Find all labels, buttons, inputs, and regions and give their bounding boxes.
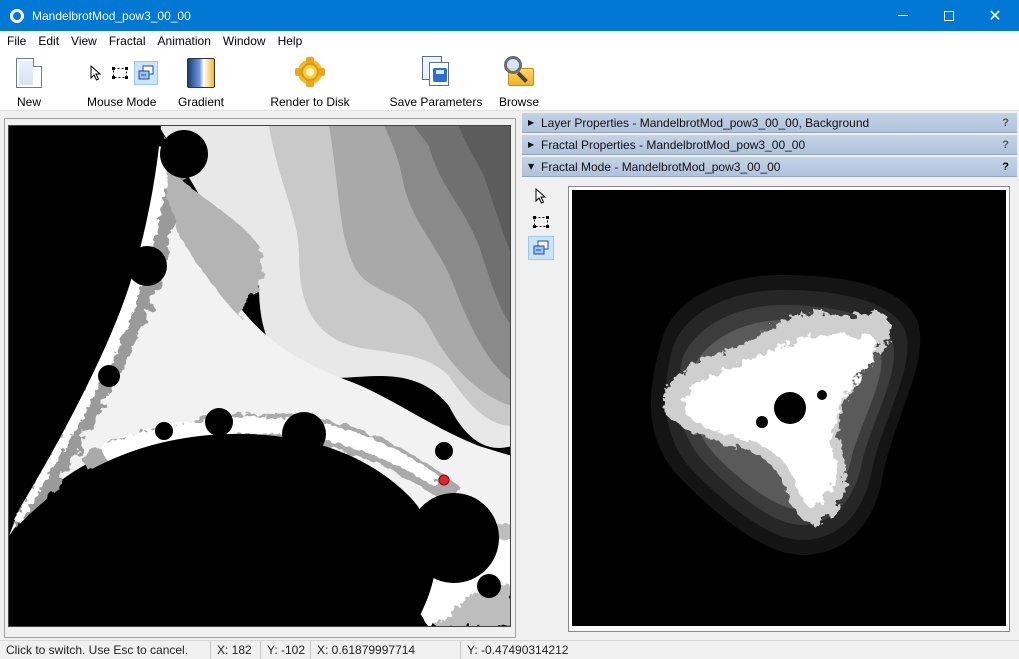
julia-preview-image[interactable] xyxy=(572,190,1006,626)
window-title: MandelbrotMod_pow3_00_00 xyxy=(32,8,191,23)
mouse-mode-pointer-button[interactable] xyxy=(84,61,108,85)
status-y-coord: Y: -0.47490314212 xyxy=(467,643,569,657)
new-document-icon xyxy=(16,58,42,88)
status-bar: Click to switch. Use Esc to cancel. X: 1… xyxy=(0,640,1019,659)
pointer-icon xyxy=(535,188,547,204)
minimize-icon xyxy=(898,15,908,16)
menu-animation[interactable]: Animation xyxy=(152,31,217,51)
layer-properties-header[interactable]: ▶ Layer Properties - MandelbrotMod_pow3_… xyxy=(522,113,1017,133)
status-x-pixel: X: 182 xyxy=(211,641,261,659)
layer-properties-title: Layer Properties - MandelbrotMod_pow3_00… xyxy=(541,115,870,130)
gradient-label: Gradient xyxy=(177,95,225,109)
mouse-mode-label: Mouse Mode xyxy=(87,95,157,109)
switch-mode-icon xyxy=(533,240,549,255)
gradient-icon xyxy=(187,58,215,88)
mouse-mode-select-button[interactable] xyxy=(108,61,132,85)
toolbar: New Mouse Mode Gradient Render to Disk S… xyxy=(0,51,1019,111)
julia-preview[interactable] xyxy=(572,190,1006,626)
maximize-button[interactable] xyxy=(926,0,972,31)
minimize-button[interactable] xyxy=(880,0,926,31)
fractal-properties-title: Fractal Properties - MandelbrotMod_pow3_… xyxy=(541,137,806,152)
fractal-mode-title: Fractal Mode - MandelbrotMod_pow3_00_00 xyxy=(541,159,781,174)
help-icon[interactable]: ? xyxy=(1002,161,1009,173)
julia-preview-frame xyxy=(568,186,1010,632)
menu-help[interactable]: Help xyxy=(272,31,309,51)
render-label: Render to Disk xyxy=(270,95,350,109)
expand-arrow-icon: ▶ xyxy=(528,140,535,149)
menu-bar: File Edit View Fractal Animation Window … xyxy=(0,31,1019,51)
menu-edit[interactable]: Edit xyxy=(32,31,65,51)
app-icon xyxy=(10,8,24,23)
fractal-properties-header[interactable]: ▶ Fractal Properties - MandelbrotMod_pow… xyxy=(522,135,1017,155)
fm-pointer-button[interactable] xyxy=(528,184,554,208)
fractal-view-frame xyxy=(4,118,516,638)
save-parameters-label: Save Parameters xyxy=(389,95,483,109)
menu-window[interactable]: Window xyxy=(217,31,272,51)
menu-file[interactable]: File xyxy=(0,31,32,51)
fractal-mode-panel xyxy=(522,178,1017,638)
fm-switch-button[interactable] xyxy=(528,236,554,260)
select-region-icon xyxy=(533,216,549,228)
close-icon: ✕ xyxy=(988,5,1002,25)
status-x-coord: X: 0.61879997714 xyxy=(311,641,461,659)
expand-arrow-icon: ▶ xyxy=(528,118,535,127)
menu-view[interactable]: View xyxy=(65,31,103,51)
help-icon[interactable]: ? xyxy=(1002,117,1009,129)
close-button[interactable]: ✕ xyxy=(972,0,1018,31)
status-hint: Click to switch. Use Esc to cancel. xyxy=(0,641,211,659)
new-label: New xyxy=(16,95,41,109)
menu-fractal[interactable]: Fractal xyxy=(103,31,152,51)
select-region-icon xyxy=(112,67,128,79)
fm-select-button[interactable] xyxy=(528,210,554,234)
julia-center xyxy=(774,392,806,424)
selection-marker xyxy=(438,474,450,486)
save-parameters-icon xyxy=(420,56,452,88)
fractal-image[interactable] xyxy=(9,126,511,627)
status-y-pixel: Y: -102 xyxy=(261,641,311,659)
help-icon[interactable]: ? xyxy=(1002,139,1009,151)
switch-mode-icon xyxy=(138,65,154,80)
browse-folder-icon xyxy=(502,56,536,88)
fractal-mode-header[interactable]: ▼ Fractal Mode - MandelbrotMod_pow3_00_0… xyxy=(522,157,1017,177)
fractal-canvas[interactable] xyxy=(8,125,511,627)
gear-icon xyxy=(295,57,325,87)
browse-label: Browse xyxy=(498,95,539,109)
maximize-icon xyxy=(944,10,954,21)
pointer-icon xyxy=(90,65,102,81)
collapse-arrow-icon: ▼ xyxy=(528,162,535,171)
title-bar: MandelbrotMod_pow3_00_00 ✕ xyxy=(0,0,1019,31)
mouse-mode-switch-button[interactable] xyxy=(134,61,158,85)
